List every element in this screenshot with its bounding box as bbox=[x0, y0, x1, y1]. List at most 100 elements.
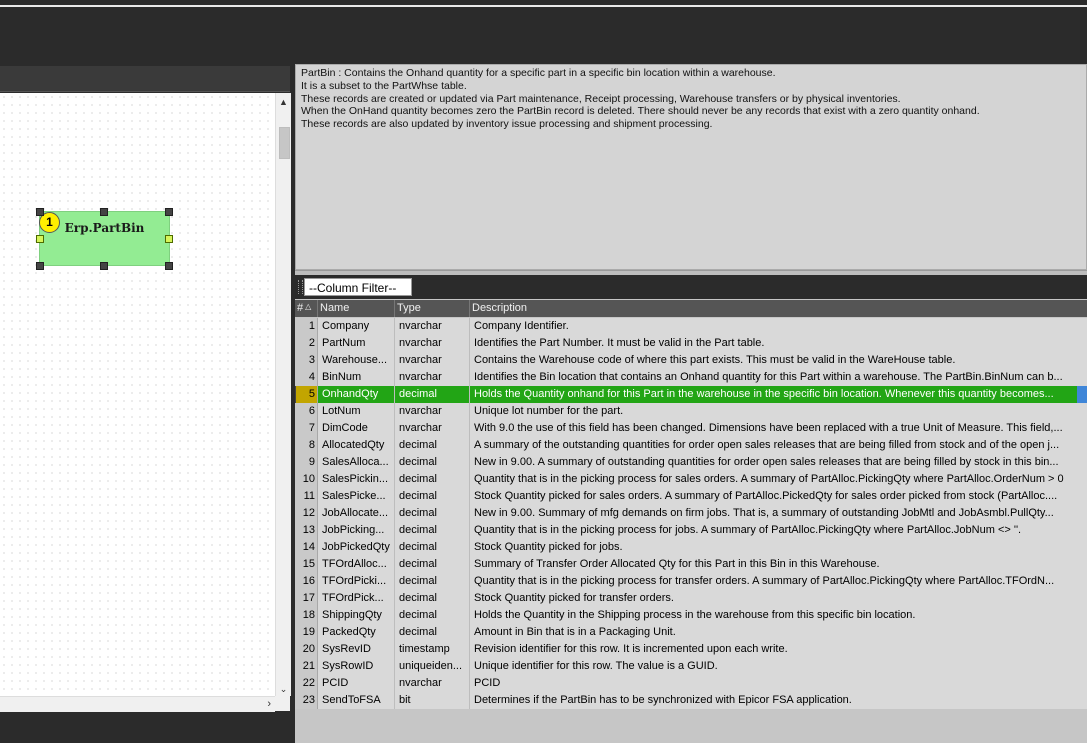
column-type-cell: decimal bbox=[395, 539, 470, 556]
column-name-cell: Warehouse... bbox=[318, 352, 395, 369]
table-row[interactable]: 20 SysRevID timestamp Revision identifier f… bbox=[295, 641, 1087, 658]
row-number: 9 bbox=[295, 454, 318, 471]
table-row[interactable]: 14 JobPickedQty decimal Stock Quantity pick… bbox=[295, 539, 1087, 556]
column-name-cell: PackedQty bbox=[318, 624, 395, 641]
row-number: 18 bbox=[295, 607, 318, 624]
table-row[interactable]: 4 BinNum nvarchar Identifies the Bin locati… bbox=[295, 369, 1087, 386]
column-type-cell: decimal bbox=[395, 556, 470, 573]
diagram-footer bbox=[0, 713, 290, 743]
column-description-cell: Determines if the PartBin has to be sync… bbox=[470, 692, 1087, 709]
header-name[interactable]: Name bbox=[318, 300, 395, 317]
scroll-thumb[interactable] bbox=[279, 127, 290, 159]
table-row[interactable]: 21 SysRowID uniqueiden... Unique identifier… bbox=[295, 658, 1087, 675]
table-description-panel: PartBin : Contains the Onhand quantity f… bbox=[295, 64, 1087, 270]
table-row[interactable]: 10 SalesPickin... decimal Quantity that is … bbox=[295, 471, 1087, 488]
row-number: 15 bbox=[295, 556, 318, 573]
column-type-cell: decimal bbox=[395, 573, 470, 590]
table-row[interactable]: 19 PackedQty decimal Amount in Bin that is … bbox=[295, 624, 1087, 641]
scroll-right-icon[interactable]: › bbox=[267, 697, 271, 712]
resize-handle-bottom[interactable] bbox=[100, 262, 108, 270]
diagram-horizontal-scrollbar[interactable]: › bbox=[0, 696, 275, 712]
filter-toolbar: --Column Filter-- bbox=[295, 275, 1087, 299]
column-description-cell: Stock Quantity picked for jobs. bbox=[470, 539, 1087, 556]
table-row[interactable]: 1 Company nvarchar Company Identifier. bbox=[295, 318, 1087, 335]
table-row[interactable]: 17 TFOrdPick... decimal Stock Quantity pick… bbox=[295, 590, 1087, 607]
column-description-cell: Unique lot number for the part. bbox=[470, 403, 1087, 420]
header-number-label: # bbox=[297, 302, 304, 314]
column-name-cell: PartNum bbox=[318, 335, 395, 352]
diagram-canvas[interactable]: Erp.PartBin 1 bbox=[0, 93, 275, 696]
row-number: 16 bbox=[295, 573, 318, 590]
column-name-cell: ShippingQty bbox=[318, 607, 395, 624]
table-row[interactable]: 7 DimCode nvarchar With 9.0 the use of this… bbox=[295, 420, 1087, 437]
entity-box-partbin[interactable]: Erp.PartBin 1 bbox=[36, 208, 173, 270]
column-type-cell: nvarchar bbox=[395, 318, 470, 335]
table-row[interactable]: 16 TFOrdPicki... decimal Quantity that is i… bbox=[295, 573, 1087, 590]
table-row[interactable]: 6 LotNum nvarchar Unique lot number for the… bbox=[295, 403, 1087, 420]
header-number[interactable]: # △ bbox=[295, 300, 318, 317]
resize-handle-left[interactable] bbox=[36, 235, 44, 243]
resize-handle-bottom-right[interactable] bbox=[165, 262, 173, 270]
header-type[interactable]: Type bbox=[395, 300, 470, 317]
top-divider bbox=[0, 5, 1087, 7]
top-toolbar bbox=[0, 0, 1087, 64]
column-name-cell: SalesPickin... bbox=[318, 471, 395, 488]
column-name-cell: TFOrdAlloc... bbox=[318, 556, 395, 573]
column-description-cell: Identifies the Part Number. It must be v… bbox=[470, 335, 1087, 352]
column-description-cell: PCID bbox=[470, 675, 1087, 692]
row-number: 2 bbox=[295, 335, 318, 352]
sort-ascending-icon: △ bbox=[305, 302, 312, 311]
column-name-cell: DimCode bbox=[318, 420, 395, 437]
table-row[interactable]: 9 SalesAlloca... decimal New in 9.00. A sum… bbox=[295, 454, 1087, 471]
resize-handle-bottom-left[interactable] bbox=[36, 262, 44, 270]
header-description[interactable]: Description bbox=[470, 300, 1087, 317]
column-name-cell: SysRowID bbox=[318, 658, 395, 675]
column-filter-input[interactable]: --Column Filter-- bbox=[304, 278, 412, 296]
row-number: 17 bbox=[295, 590, 318, 607]
table-row[interactable]: 8 AllocatedQty decimal A summary of the out… bbox=[295, 437, 1087, 454]
table-row[interactable]: 13 JobPicking... decimal Quantity that is i… bbox=[295, 522, 1087, 539]
column-description-cell: Quantity that is in the picking process … bbox=[470, 471, 1087, 488]
table-row-selected[interactable]: 5 OnhandQty decimal Holds the Quantity onha… bbox=[295, 386, 1087, 403]
column-name-cell: JobPicking... bbox=[318, 522, 395, 539]
column-name-cell: LotNum bbox=[318, 403, 395, 420]
diagram-vertical-scrollbar[interactable]: ▲ ⌄ bbox=[275, 93, 291, 696]
toolbar-grip-icon[interactable] bbox=[298, 280, 303, 294]
row-number: 5 bbox=[295, 386, 318, 403]
resize-handle-top-left[interactable] bbox=[36, 208, 44, 216]
table-row[interactable]: 3 Warehouse... nvarchar Contains the Wareho… bbox=[295, 352, 1087, 369]
table-row[interactable]: 12 JobAllocate... decimal New in 9.00. Summ… bbox=[295, 505, 1087, 522]
table-row[interactable]: 2 PartNum nvarchar Identifies the Part Numb… bbox=[295, 335, 1087, 352]
resize-handle-right[interactable] bbox=[165, 235, 173, 243]
column-name-cell: JobPickedQty bbox=[318, 539, 395, 556]
row-number: 12 bbox=[295, 505, 318, 522]
scroll-down-icon[interactable]: ⌄ bbox=[276, 682, 291, 696]
table-row[interactable]: 18 ShippingQty decimal Holds the Quantity i… bbox=[295, 607, 1087, 624]
column-description-cell: Holds the Quantity onhand for this Part … bbox=[470, 386, 1077, 403]
column-description-cell: New in 9.00. A summary of outstanding qu… bbox=[470, 454, 1087, 471]
column-type-cell: decimal bbox=[395, 522, 470, 539]
grid-header-row: # △ Name Type Description bbox=[295, 300, 1087, 317]
column-description-cell: Revision identifier for this row. It is … bbox=[470, 641, 1087, 658]
row-number: 14 bbox=[295, 539, 318, 556]
table-row[interactable]: 15 TFOrdAlloc... decimal Summary of Transfe… bbox=[295, 556, 1087, 573]
row-number: 3 bbox=[295, 352, 318, 369]
column-name-cell: PCID bbox=[318, 675, 395, 692]
table-row[interactable]: 11 SalesPicke... decimal Stock Quantity pic… bbox=[295, 488, 1087, 505]
row-number: 19 bbox=[295, 624, 318, 641]
resize-handle-top[interactable] bbox=[100, 208, 108, 216]
scroll-up-icon[interactable]: ▲ bbox=[276, 95, 291, 109]
column-type-cell: decimal bbox=[395, 386, 470, 403]
column-type-cell: decimal bbox=[395, 488, 470, 505]
column-type-cell: uniqueiden... bbox=[395, 658, 470, 675]
table-row[interactable]: 23 SendToFSA bit Determines if the PartBin … bbox=[295, 692, 1087, 709]
column-description-cell: Holds the Quantity in the Shipping proce… bbox=[470, 607, 1087, 624]
column-description-cell: Quantity that is in the picking process … bbox=[470, 573, 1087, 590]
resize-handle-top-right[interactable] bbox=[165, 208, 173, 216]
column-type-cell: nvarchar bbox=[395, 675, 470, 692]
table-description-text: PartBin : Contains the Onhand quantity f… bbox=[301, 67, 980, 131]
column-description-cell: With 9.0 the use of this field has been … bbox=[470, 420, 1087, 437]
row-number: 6 bbox=[295, 403, 318, 420]
column-description-cell: Identifies the Bin location that contain… bbox=[470, 369, 1087, 386]
table-row[interactable]: 22 PCID nvarchar PCID bbox=[295, 675, 1087, 692]
